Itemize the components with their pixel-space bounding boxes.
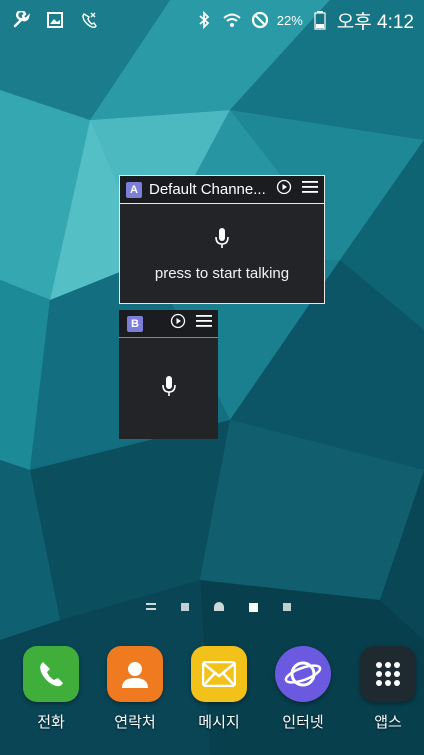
menu-icon[interactable] bbox=[302, 180, 318, 199]
app-label: 전화 bbox=[37, 714, 65, 731]
contacts-icon[interactable] bbox=[107, 646, 163, 702]
talk-hint: press to start talking bbox=[154, 264, 290, 282]
wifi-icon bbox=[221, 9, 243, 31]
channel-name[interactable]: Default Channe... bbox=[149, 181, 266, 198]
page-dot[interactable] bbox=[181, 603, 189, 611]
dock-app-internet[interactable]: 인터넷 bbox=[268, 646, 338, 732]
talk-button-a[interactable]: press to start talking bbox=[120, 204, 324, 303]
dock-app-contacts[interactable]: 연락처 bbox=[100, 646, 170, 732]
page-indicator-list-icon[interactable] bbox=[146, 598, 156, 616]
page-indicator-home-icon[interactable] bbox=[214, 598, 224, 616]
status-bar: 22% 오후 4:12 bbox=[0, 0, 424, 40]
page-dot-active[interactable] bbox=[249, 602, 258, 612]
status-time: 오후 4:12 bbox=[336, 11, 414, 33]
dock-app-phone[interactable]: 전화 bbox=[16, 646, 86, 732]
dock-app-apps[interactable]: 앱스 bbox=[353, 646, 423, 732]
app-label: 앱스 bbox=[374, 714, 402, 731]
app-label: 메시지 bbox=[198, 714, 240, 731]
messages-icon[interactable] bbox=[191, 646, 247, 702]
battery-percent: 22% bbox=[276, 12, 303, 28]
do-not-disturb-icon bbox=[249, 9, 271, 31]
app-label: 연락처 bbox=[114, 714, 156, 731]
channel-badge-a: A bbox=[126, 181, 142, 198]
page-indicator[interactable] bbox=[146, 598, 291, 616]
widget-b-header: B bbox=[119, 310, 218, 338]
internet-icon[interactable] bbox=[275, 646, 331, 702]
dock-app-messages[interactable]: 메시지 bbox=[184, 646, 254, 732]
apps-grid-icon[interactable] bbox=[360, 646, 416, 702]
channel-badge-b: B bbox=[127, 315, 143, 332]
channel-widget-b[interactable]: B bbox=[119, 310, 218, 439]
app-label: 인터넷 bbox=[282, 714, 324, 731]
microphone-icon bbox=[161, 374, 177, 403]
microphone-icon bbox=[214, 226, 230, 255]
widget-a-header: A Default Channe... bbox=[120, 176, 324, 204]
talk-button-b[interactable] bbox=[119, 338, 218, 438]
bluetooth-icon bbox=[193, 9, 215, 31]
play-icon[interactable] bbox=[276, 179, 292, 200]
battery-icon bbox=[309, 9, 331, 31]
wrench-icon bbox=[10, 9, 32, 31]
channel-widget-a[interactable]: A Default Channe... press to start talki… bbox=[119, 175, 325, 304]
play-icon[interactable] bbox=[170, 313, 186, 334]
missed-call-icon bbox=[78, 9, 100, 31]
gallery-icon bbox=[44, 9, 66, 31]
phone-icon[interactable] bbox=[23, 646, 79, 702]
page-dot[interactable] bbox=[283, 603, 291, 611]
menu-icon[interactable] bbox=[196, 314, 212, 333]
